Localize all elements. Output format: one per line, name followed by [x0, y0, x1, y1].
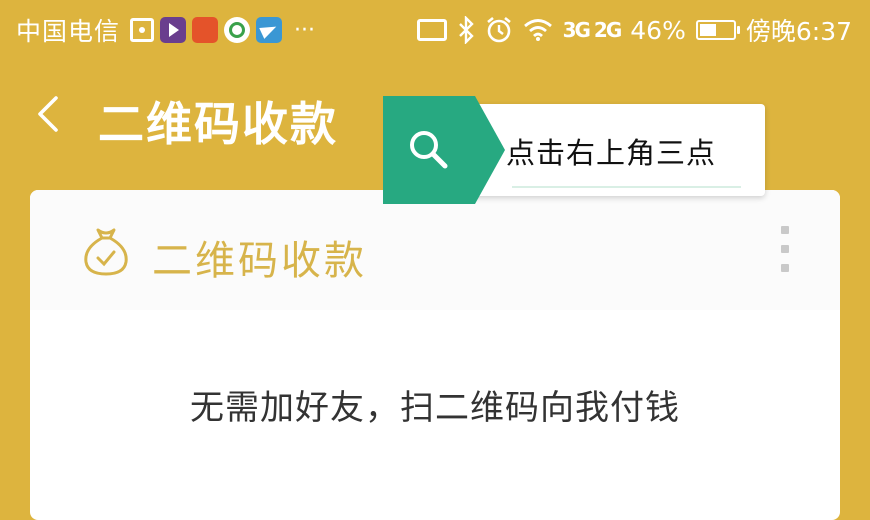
battery-icon — [695, 20, 740, 40]
back-arrow-icon[interactable] — [30, 94, 70, 134]
status-bar-right: 3G 2G 46% 傍晚6:37 — [416, 12, 852, 48]
card-header: 二维码收款 — [30, 190, 840, 310]
page-title: 二维码收款 — [98, 97, 338, 151]
battery-percent: 46% — [630, 15, 686, 45]
video-app-icon — [160, 17, 187, 43]
card-description: 无需加好友，扫二维码向我付钱 — [190, 388, 680, 428]
money-bag-icon — [84, 228, 128, 276]
more-notifications: ··· — [294, 17, 315, 43]
qr-collect-card: 二维码收款 无需加好友，扫二维码向我付钱 — [30, 190, 840, 520]
alarm-icon — [486, 16, 511, 43]
paper-plane-icon — [256, 17, 283, 43]
wifi-icon — [523, 19, 552, 41]
menu-dot — [781, 226, 789, 234]
menu-dot — [781, 264, 789, 272]
status-bar-left: 中国电信 ··· — [16, 12, 315, 48]
more-options-icon[interactable] — [778, 226, 792, 272]
tooltip-bubble: 点击右上角三点 — [462, 104, 765, 196]
bluetooth-icon — [458, 16, 474, 44]
tooltip-underline — [512, 186, 741, 188]
tooltip-text: 点击右上角三点 — [506, 136, 717, 170]
menu-dot — [781, 245, 789, 253]
cast-icon — [416, 19, 447, 41]
green-app-icon — [224, 17, 251, 43]
clock: 傍晚6:37 — [745, 17, 852, 46]
red-app-icon — [192, 17, 219, 43]
carrier-label: 中国电信 — [16, 17, 121, 46]
signal-icon: 3G 2G — [562, 18, 623, 42]
tooltip-search-badge[interactable] — [383, 96, 505, 204]
card-title: 二维码收款 — [152, 238, 367, 284]
status-bar: 中国电信 ··· 3G 2G 46% 傍晚6:37 — [0, 0, 870, 62]
search-icon — [410, 131, 448, 169]
target-icon — [130, 18, 155, 42]
